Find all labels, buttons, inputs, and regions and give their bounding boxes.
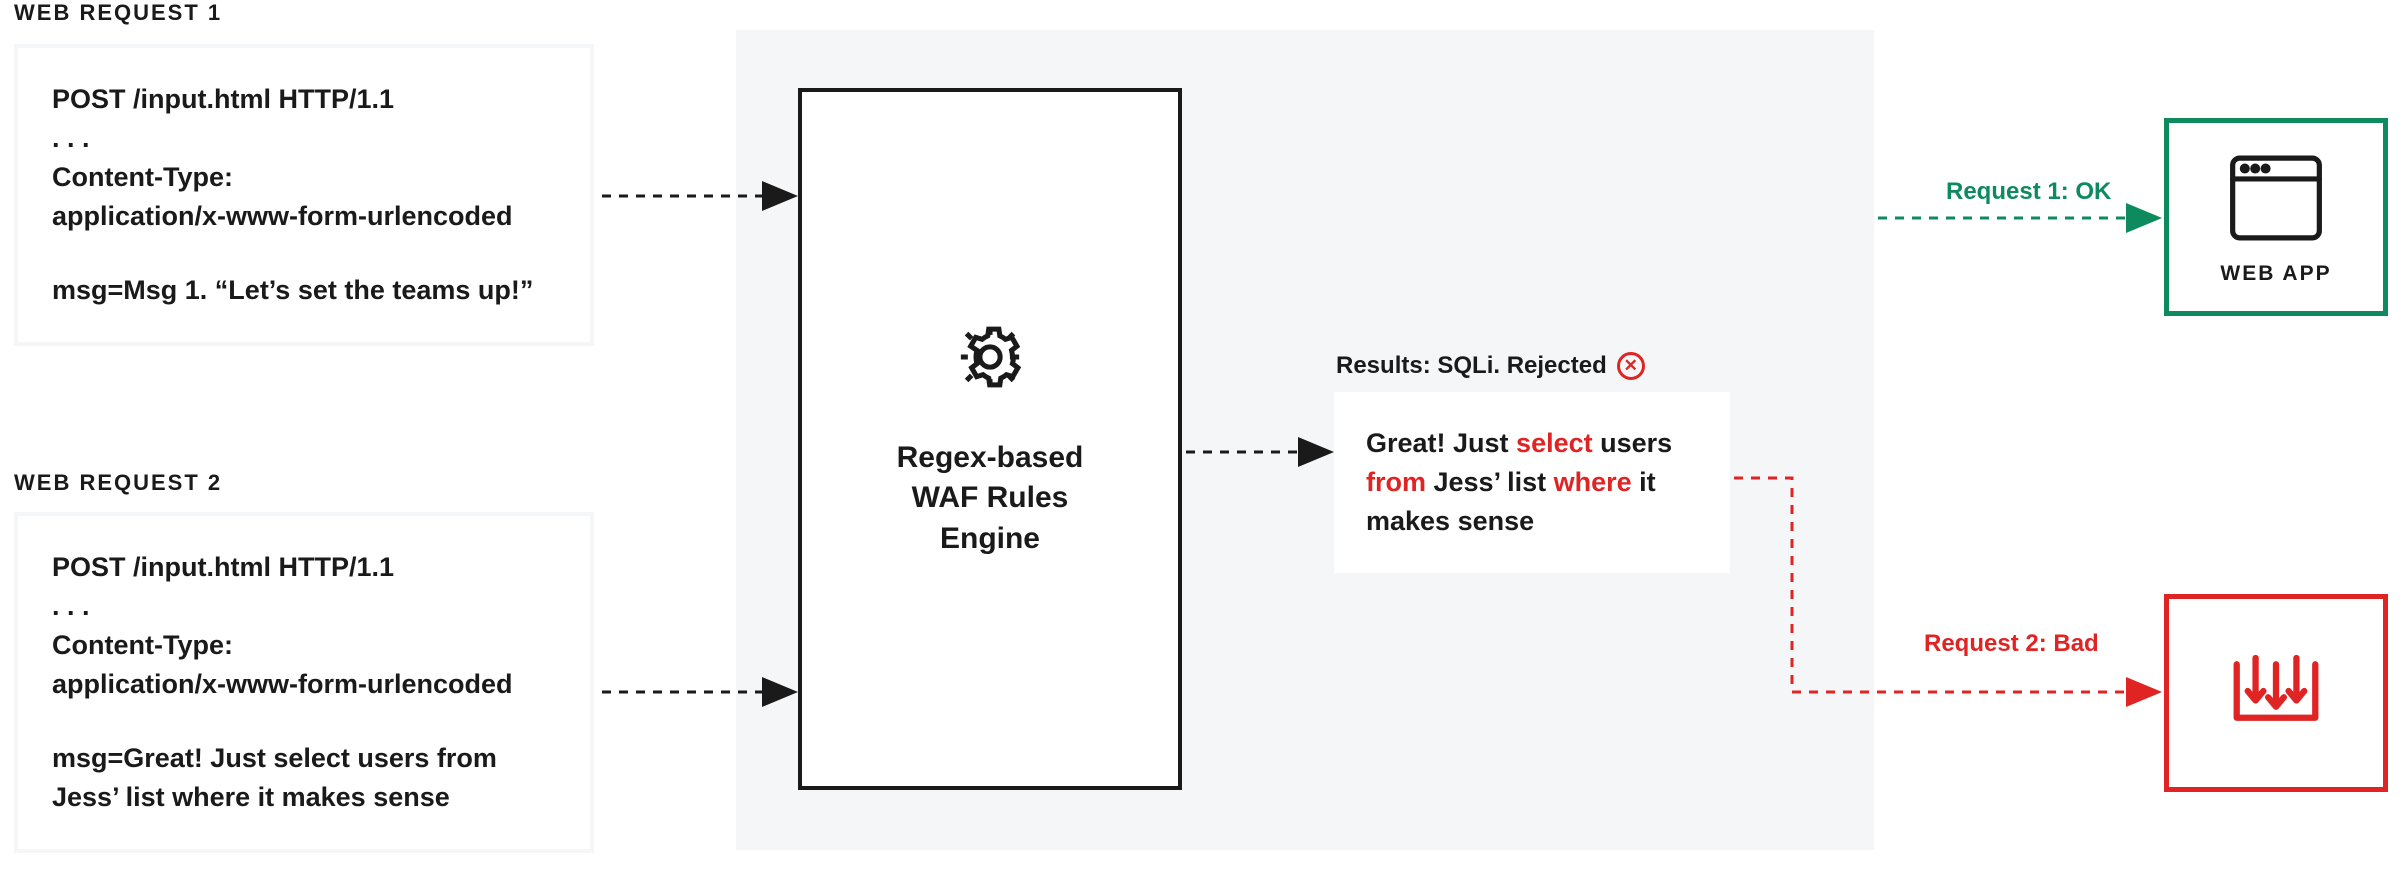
outcome-bad-box: [2164, 594, 2388, 792]
browser-window-icon: [2224, 149, 2328, 252]
result-t2: users: [1593, 428, 1673, 458]
web-request-1-label: WEB REQUEST 1: [14, 0, 222, 26]
result-kw-from: from: [1366, 467, 1426, 497]
web-request-2-box: POST /input.html HTTP/1.1 . . . Content-…: [14, 512, 594, 853]
result-label: Results: SQLi. Rejected: [1336, 352, 1607, 380]
drop-arrows-icon: [2221, 641, 2331, 746]
req1-line4: application/x-www-form-urlencoded: [52, 197, 556, 236]
diagram-canvas: WEB REQUEST 1 POST /input.html HTTP/1.1 …: [0, 0, 2406, 881]
result-t1: Great! Just: [1366, 428, 1516, 458]
req2-line2: . . .: [52, 587, 556, 626]
outcome-bad-label: Request 2: Bad: [1924, 630, 2099, 658]
waf-panel: Regex-based WAF Rules Engine Results: SQ…: [736, 30, 1874, 850]
result-kw-select: select: [1516, 428, 1593, 458]
req2-msg: msg=Great! Just select users from Jess’ …: [52, 739, 556, 817]
outcome-ok-box: WEB APP: [2164, 118, 2388, 316]
outcome-ok-label: Request 1: OK: [1946, 178, 2111, 206]
req2-line3: Content-Type:: [52, 626, 556, 665]
web-request-2-label: WEB REQUEST 2: [14, 470, 222, 496]
waf-engine-box: Regex-based WAF Rules Engine: [798, 88, 1182, 790]
result-box: Great! Just select users from Jess’ list…: [1334, 392, 1730, 573]
req1-msg: msg=Msg 1. “Let’s set the teams up!”: [52, 271, 556, 310]
req2-line1: POST /input.html HTTP/1.1: [52, 548, 556, 587]
web-request-1-box: POST /input.html HTTP/1.1 . . . Content-…: [14, 44, 594, 346]
webapp-caption: WEB APP: [2220, 262, 2331, 286]
result-kw-where: where: [1554, 467, 1632, 497]
reject-x-icon: ✕: [1617, 352, 1645, 380]
gear-icon: [952, 319, 1028, 400]
req1-line3: Content-Type:: [52, 158, 556, 197]
result-label-row: Results: SQLi. Rejected ✕: [1336, 352, 1645, 380]
engine-title: Regex-based WAF Rules Engine: [897, 438, 1084, 560]
req2-line4: application/x-www-form-urlencoded: [52, 665, 556, 704]
result-t3: Jess’ list: [1426, 467, 1554, 497]
req1-line2: . . .: [52, 119, 556, 158]
req1-line1: POST /input.html HTTP/1.1: [52, 80, 556, 119]
